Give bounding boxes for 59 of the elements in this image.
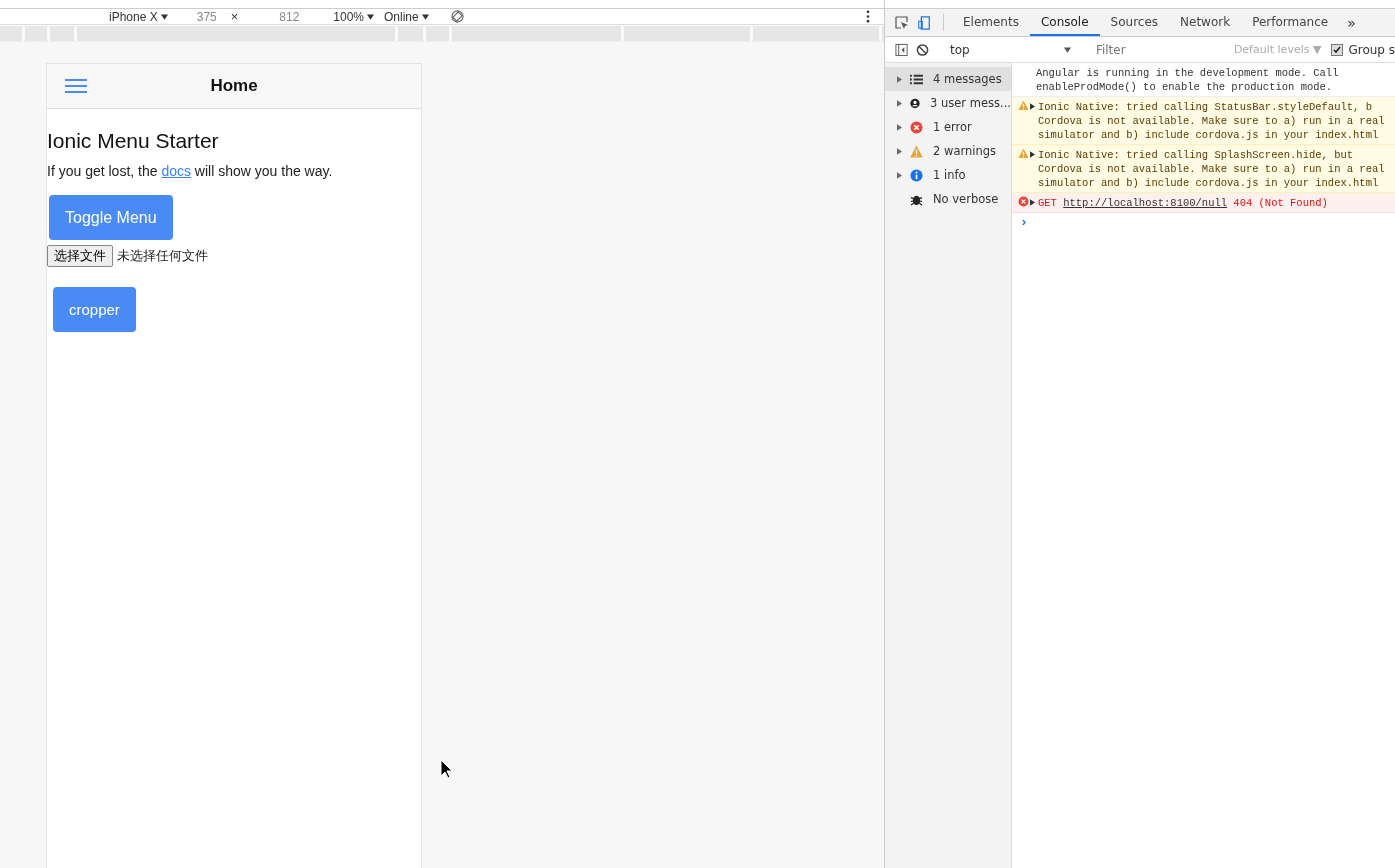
- sidebar-item[interactable]: 3 user mess...: [885, 91, 1011, 115]
- sidebar-item[interactable]: 2 warnings: [885, 139, 1011, 163]
- expand-arrow-icon[interactable]: [897, 99, 902, 107]
- caret-icon: [1063, 46, 1071, 53]
- caret-icon: [421, 13, 429, 20]
- sidebar-toggle-icon[interactable]: [895, 42, 909, 57]
- sidebar-item[interactable]: No verbose: [885, 187, 1011, 211]
- sidebar-item[interactable]: 1 error: [885, 115, 1011, 139]
- caret-icon: [160, 13, 168, 20]
- sidebar-item[interactable]: 4 messages: [885, 67, 1011, 91]
- zoom-dropdown[interactable]: 100%: [333, 9, 374, 24]
- context-dropdown[interactable]: top: [950, 42, 1077, 57]
- intro-text: If you get lost, the docs will show you the way.: [47, 163, 334, 179]
- more-options-icon[interactable]: [866, 10, 870, 23]
- height-field[interactable]: 812: [279, 9, 306, 24]
- sidebar-item[interactable]: 1 info: [885, 163, 1011, 187]
- devtools-tab[interactable]: Sources: [1099, 9, 1170, 36]
- more-tabs-button[interactable]: »: [1339, 9, 1364, 36]
- caret-icon: [367, 13, 374, 20]
- devtools-tab[interactable]: Network: [1169, 9, 1242, 36]
- expand-arrow-icon[interactable]: [897, 147, 902, 155]
- times-sign: ×: [230, 9, 239, 24]
- warning-icon: [1018, 100, 1029, 111]
- console-message: Ionic Native: tried calling SplashScreen.hide, but Cordova is not available. Make sure to a) run in a real simulator and b) include cordova.js in your index.html: [1038, 148, 1385, 190]
- menu-icon[interactable]: [65, 78, 87, 94]
- page-heading: Ionic Menu Starter: [47, 129, 220, 153]
- device-dropdown[interactable]: iPhone X: [109, 9, 168, 24]
- group-checkbox[interactable]: [1331, 43, 1344, 56]
- console-error: GET http://localhost:8100/null 404 (Not Found): [1038, 196, 1328, 210]
- url-link[interactable]: http://localhost:8100/null: [1063, 197, 1228, 209]
- expand-arrow-icon[interactable]: [1030, 151, 1035, 158]
- list-icon: [910, 72, 923, 86]
- clear-console-icon[interactable]: [916, 42, 930, 57]
- group-label: Group s: [1348, 42, 1395, 57]
- header-title: Home: [210, 76, 258, 96]
- console-prompt[interactable]: ›: [1020, 215, 1028, 230]
- cursor-icon: [440, 759, 452, 779]
- rotate-icon[interactable]: [450, 10, 464, 23]
- expand-arrow-icon[interactable]: [897, 123, 902, 131]
- network-dropdown[interactable]: Online: [384, 9, 429, 24]
- warning-icon: [1018, 148, 1029, 159]
- expand-arrow-icon[interactable]: [897, 171, 902, 179]
- inspect-icon[interactable]: [895, 15, 909, 30]
- warning-icon: [910, 144, 923, 158]
- user-icon: [910, 96, 921, 110]
- expand-arrow-icon[interactable]: [1030, 103, 1035, 110]
- error-icon: [1018, 196, 1029, 207]
- devtools-tab[interactable]: Performance: [1241, 9, 1340, 36]
- console-message: Ionic Native: tried calling StatusBar.styleDefault, b Cordova is not available. Make sure to a) run in a real simulator and b) include cordova.js in your index.html: [1038, 100, 1385, 142]
- device-mode-icon[interactable]: [917, 15, 931, 30]
- devtools-tab[interactable]: Elements: [952, 9, 1030, 36]
- console-message: Angular is running in the development mode. Call enableProdMode() to enable the production mode.: [1036, 66, 1339, 94]
- expand-arrow-icon[interactable]: [1030, 199, 1035, 206]
- file-status: 未选择任何文件: [117, 247, 208, 265]
- error-icon: [910, 120, 923, 134]
- info-icon: [910, 168, 923, 182]
- docs-link[interactable]: docs: [161, 163, 191, 179]
- choose-file-button[interactable]: 选择文件: [47, 245, 113, 267]
- width-field[interactable]: 375: [196, 9, 223, 24]
